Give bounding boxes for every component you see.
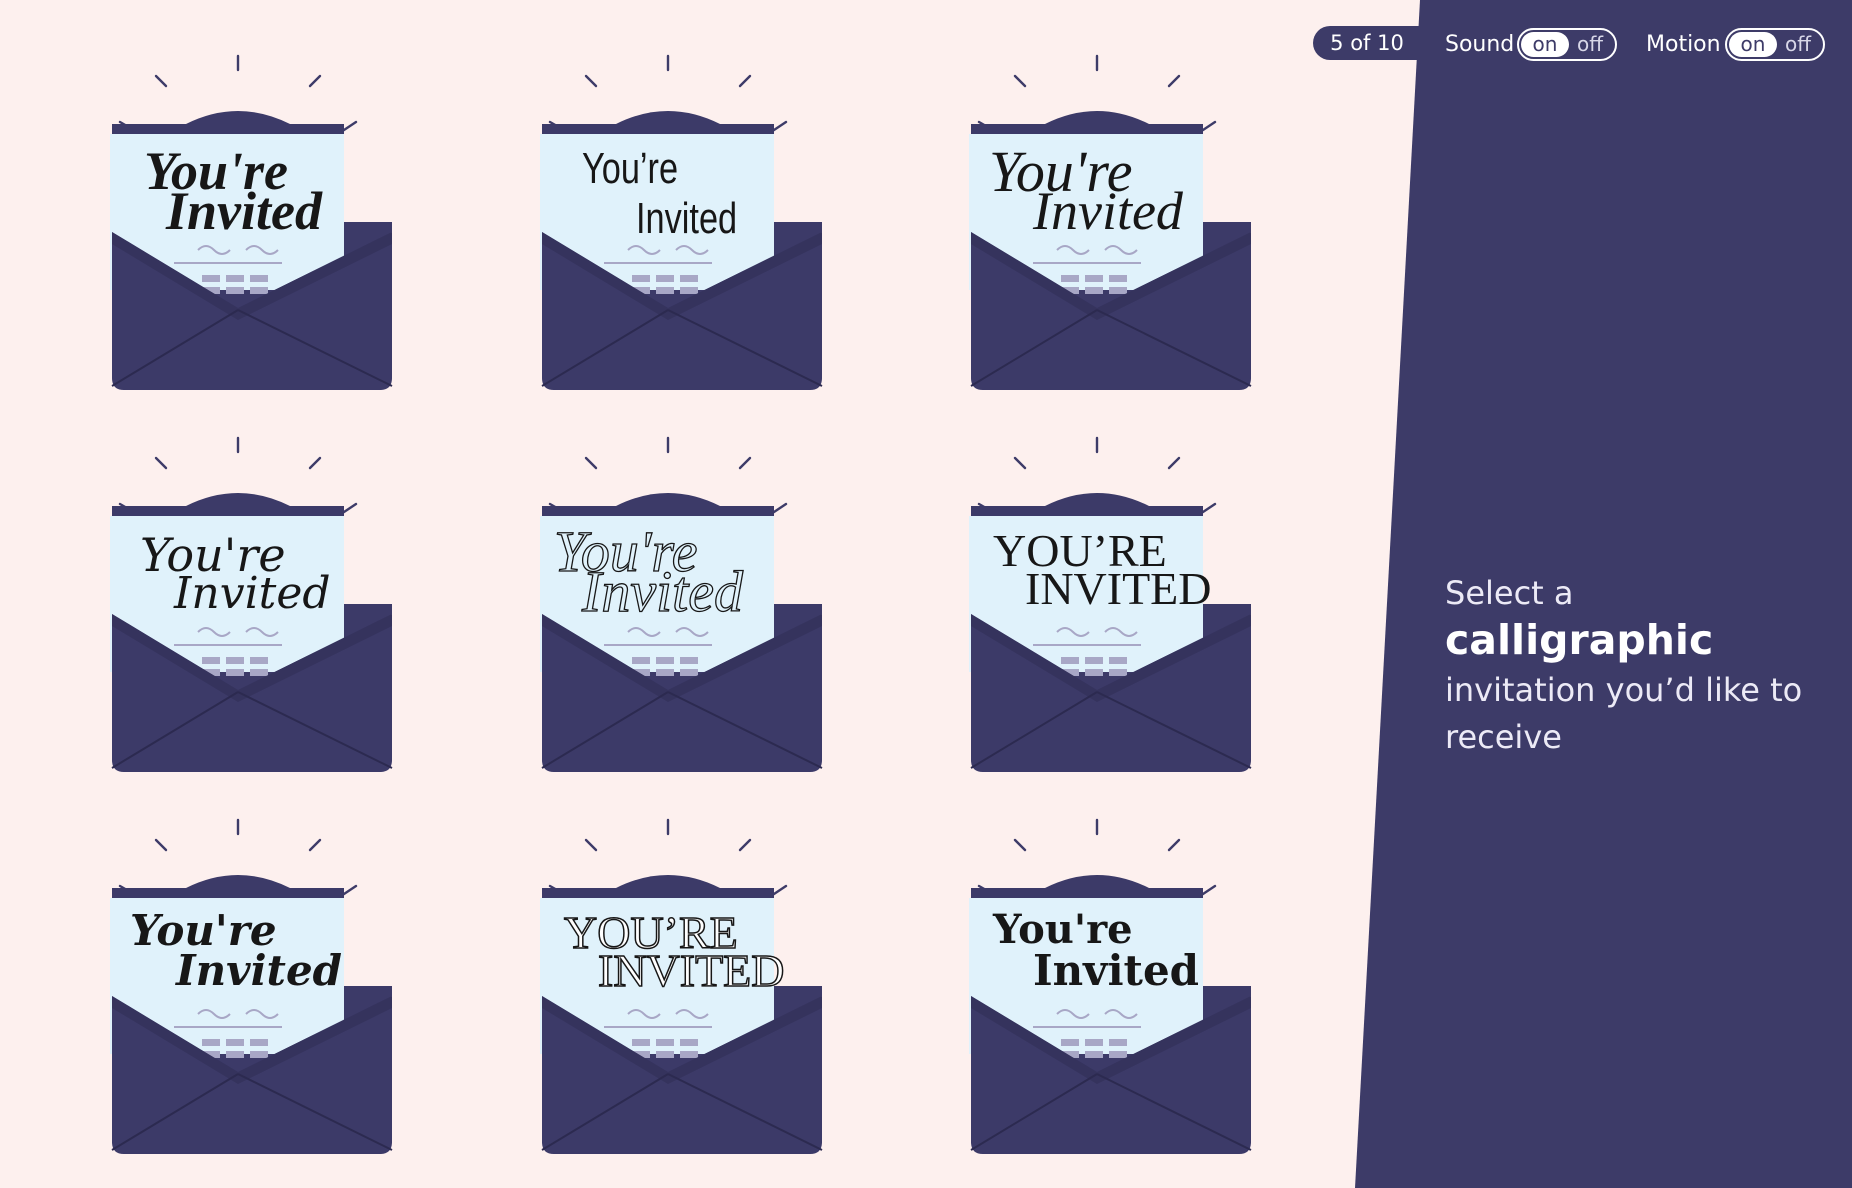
invitation-option-9[interactable]: You're Invited	[947, 812, 1277, 1172]
question-prompt: Select a calligraphic invitation you’d l…	[1445, 570, 1835, 761]
sound-off-option[interactable]: off	[1577, 30, 1603, 59]
motion-on-option[interactable]: on	[1729, 32, 1777, 57]
motion-off-option[interactable]: off	[1785, 30, 1811, 59]
invite-line-2: Invited	[1033, 946, 1200, 995]
prompt-suffix: invitation you’d like to receive	[1445, 671, 1803, 756]
sound-on-option[interactable]: on	[1521, 32, 1569, 57]
sound-toggle[interactable]: on off	[1517, 28, 1617, 61]
motion-toggle[interactable]: on off	[1725, 28, 1825, 61]
invitation-option-2[interactable]: You’re Invited	[518, 48, 848, 408]
invite-line-2: Invited	[636, 194, 738, 243]
invite-line-2: Invited	[174, 568, 331, 619]
invitation-option-5[interactable]: You're Invited	[518, 430, 848, 790]
prompt-emphasis: calligraphic	[1445, 616, 1714, 664]
invitation-option-4[interactable]: You're Invited	[88, 430, 418, 790]
invite-line-2: Invited	[176, 946, 343, 995]
prompt-prefix: Select a	[1445, 574, 1574, 612]
invitation-option-1[interactable]: You're Invited	[88, 48, 418, 408]
invite-line-2: Invited	[1033, 181, 1183, 241]
invitation-option-7[interactable]: You're Invited	[88, 812, 418, 1172]
invitation-option-8[interactable]: YOU’RE INVITED	[518, 812, 848, 1172]
invitation-option-3[interactable]: You're Invited	[947, 48, 1277, 408]
question-counter: 5 of 10	[1313, 26, 1421, 60]
invite-line-2: Invited	[581, 558, 744, 624]
invite-line-2: Invited	[166, 181, 322, 241]
invite-line-2: INVITED	[1025, 563, 1212, 614]
invite-line-1: You’re	[582, 144, 679, 193]
invite-line-2: INVITED	[597, 944, 785, 997]
invitation-option-6[interactable]: YOU’RE INVITED	[947, 430, 1277, 790]
sound-label: Sound	[1445, 32, 1515, 57]
motion-label: Motion	[1646, 32, 1721, 57]
